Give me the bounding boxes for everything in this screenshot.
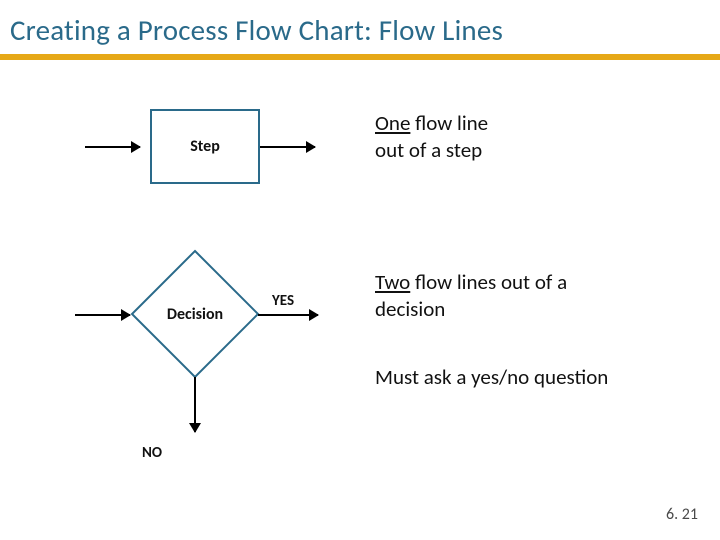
step-desc-emph: One xyxy=(375,110,410,136)
step-box: Step xyxy=(150,109,260,184)
step-desc-after: flow line xyxy=(410,110,488,136)
flowline-into-decision xyxy=(75,314,130,316)
decision-label: Decision xyxy=(167,305,223,324)
flowline-no xyxy=(194,377,196,432)
diagram-stage: Step One flow line out of a step Decisio… xyxy=(0,64,720,540)
step-desc-line2: out of a step xyxy=(375,137,482,163)
title-bar: Creating a Process Flow Chart: Flow Line… xyxy=(0,0,720,60)
decision-diamond: Decision xyxy=(130,249,260,379)
decision-description: Two flow lines out of a decision xyxy=(375,269,567,324)
flowline-yes xyxy=(258,314,318,316)
flowline-out-of-step xyxy=(260,146,315,148)
step-label: Step xyxy=(190,137,220,156)
decision-desc-line2: decision xyxy=(375,296,445,322)
slide-number: 6. 21 xyxy=(666,505,698,524)
decision-desc-emph: Two xyxy=(375,269,410,295)
no-label: NO xyxy=(142,444,162,462)
slide: Creating a Process Flow Chart: Flow Line… xyxy=(0,0,720,540)
decision-desc-after: flow lines out of a xyxy=(410,269,567,295)
yes-label: YES xyxy=(272,292,294,310)
decision-rule: Must ask a yes/no question xyxy=(375,364,608,391)
page-title: Creating a Process Flow Chart: Flow Line… xyxy=(10,12,710,48)
flowline-into-step xyxy=(85,146,140,148)
step-description: One flow line out of a step xyxy=(375,110,488,165)
